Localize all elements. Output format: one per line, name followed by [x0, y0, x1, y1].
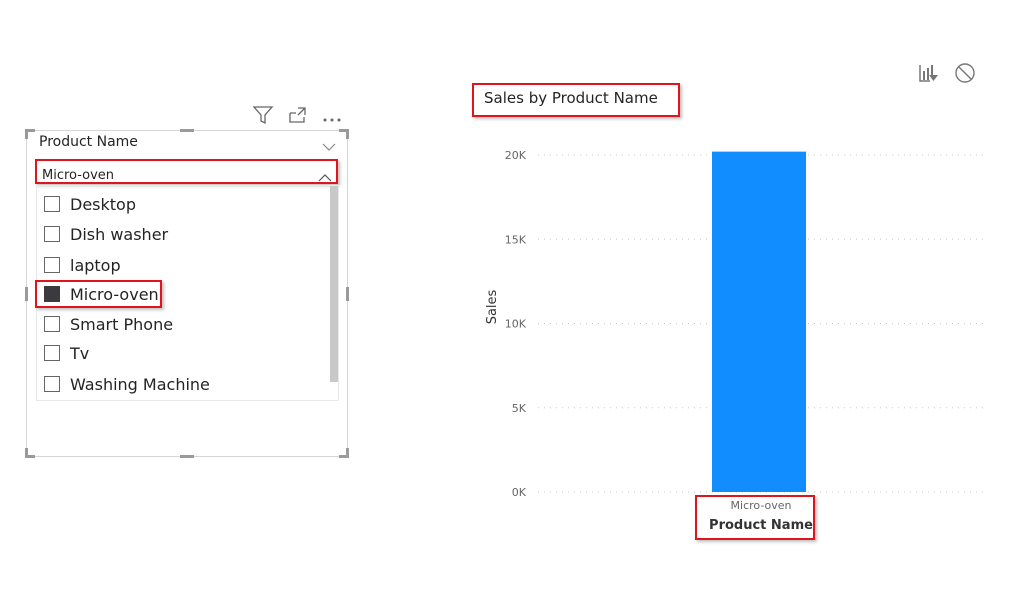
y-axis-title: Sales — [485, 289, 500, 324]
y-tick-label: 5K — [512, 402, 527, 415]
y-tick-label: 0K — [512, 486, 527, 499]
y-tick-label: 20K — [505, 149, 527, 162]
bar[interactable] — [712, 151, 806, 492]
y-tick-label: 15K — [505, 233, 527, 246]
x-axis-highlight — [695, 495, 815, 540]
bar-chart: 0K5K10K15K20KMicro-ovenProduct NameSales — [485, 149, 988, 533]
y-tick-label: 10K — [505, 318, 527, 331]
